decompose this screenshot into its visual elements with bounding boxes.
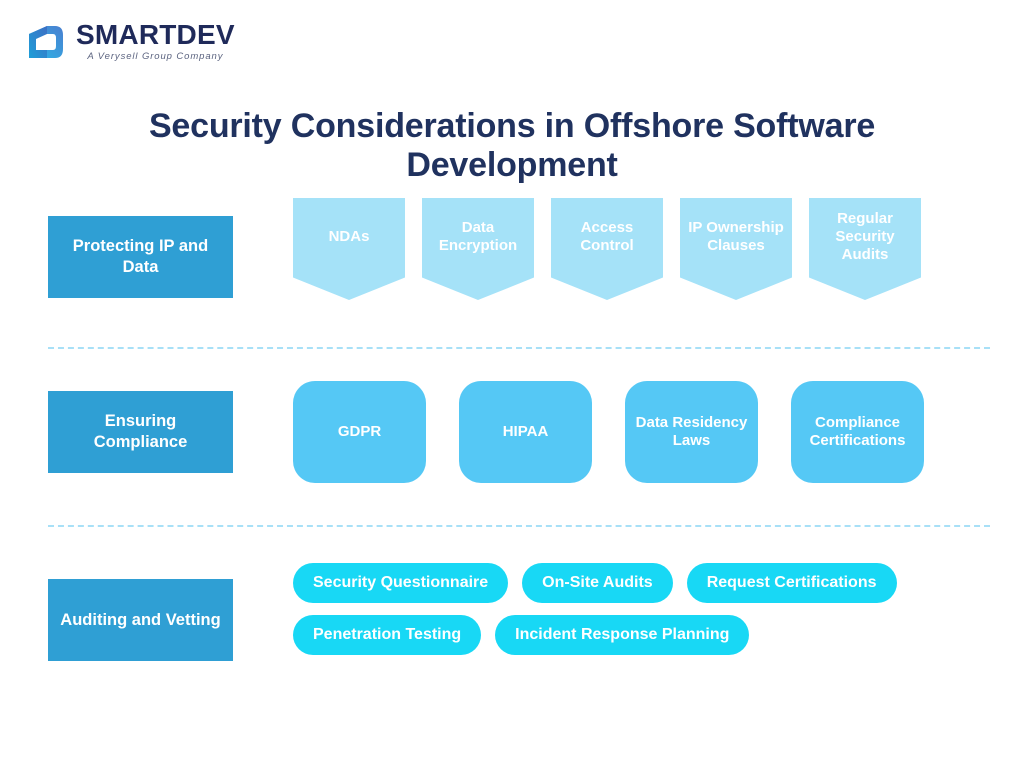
brand-tagline: A Verysell Group Company bbox=[87, 51, 224, 63]
item-card[interactable]: NDAs bbox=[293, 198, 405, 300]
section-divider bbox=[48, 347, 990, 349]
item-card[interactable]: Data Encryption bbox=[422, 198, 534, 300]
category-label-2: Auditing and Vetting bbox=[48, 579, 233, 661]
category-label-1: Ensuring Compliance bbox=[48, 391, 233, 473]
item-group-2: Security Questionnaire On-Site Audits Re… bbox=[293, 563, 990, 655]
item-pill[interactable]: On-Site Audits bbox=[522, 563, 673, 603]
item-card[interactable]: Access Control bbox=[551, 198, 663, 300]
item-card[interactable]: Compliance Certifications bbox=[791, 381, 924, 483]
brand-logo: SMARTDEV A Verysell Group Company bbox=[25, 20, 235, 62]
item-card[interactable]: HIPAA bbox=[459, 381, 592, 483]
item-group-1: GDPR HIPAA Data Residency Laws Complianc… bbox=[293, 381, 990, 483]
item-card[interactable]: GDPR bbox=[293, 381, 426, 483]
smartdev-d-mark-icon bbox=[29, 26, 63, 58]
page-title: Security Considerations in Offshore Soft… bbox=[148, 106, 876, 184]
item-pill[interactable]: Incident Response Planning bbox=[495, 615, 750, 655]
brand-wordmark: SMARTDEV bbox=[76, 19, 235, 50]
section-divider bbox=[48, 525, 990, 527]
item-pill[interactable]: Penetration Testing bbox=[293, 615, 482, 655]
item-pill[interactable]: Request Certifications bbox=[686, 563, 897, 603]
item-pill[interactable]: Security Questionnaire bbox=[293, 563, 509, 603]
item-card[interactable]: IP Ownership Clauses bbox=[680, 198, 792, 300]
section-ensuring-compliance: Ensuring Compliance GDPR HIPAA Data Resi… bbox=[48, 381, 990, 483]
item-card[interactable]: Data Residency Laws bbox=[625, 381, 758, 483]
item-card[interactable]: Regular Security Audits bbox=[809, 198, 921, 300]
section-auditing-and-vetting: Auditing and Vetting Security Questionna… bbox=[48, 563, 990, 673]
item-group-0: NDAs Data Encryption Access Control IP O… bbox=[293, 198, 990, 300]
section-protecting-ip-and-data: Protecting IP and Data NDAs Data Encrypt… bbox=[48, 198, 990, 300]
category-label-0: Protecting IP and Data bbox=[48, 216, 233, 298]
